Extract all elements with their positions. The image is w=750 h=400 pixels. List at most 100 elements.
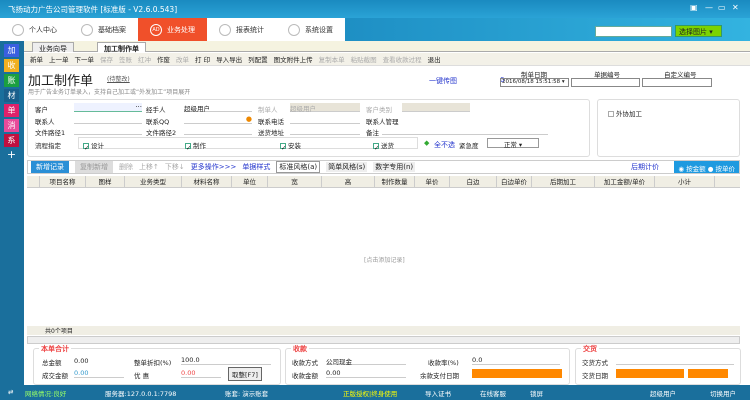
upload-image-link[interactable]: 一键传图 [429,76,457,86]
discount-input[interactable]: 100.0 [181,356,271,365]
contact-input[interactable] [74,115,142,124]
quick-item[interactable]: 账 [4,74,19,87]
flow-make-checkbox[interactable]: ✓ 制作 [185,140,206,152]
deal-input[interactable]: 0.00 [74,369,124,378]
column-header[interactable]: 图样 [86,176,125,187]
address-input[interactable] [290,126,360,135]
horizontal-scrollbar[interactable] [27,336,740,344]
column-header[interactable]: 加工金额/单价 [595,176,655,187]
urgency-select[interactable]: 正常 ▾ [487,138,539,149]
bill-no-input[interactable] [571,78,640,87]
minimize-icon[interactable]: — [705,3,713,12]
move-down-button[interactable]: 下移↓ [165,162,185,172]
remark-input[interactable] [382,126,548,135]
column-header[interactable]: 白边 [450,176,497,187]
image-search-input[interactable] [595,26,672,37]
outsource-checkbox[interactable]: 外协加工 [608,108,642,118]
customer-input[interactable]: ··· [74,103,142,112]
flow-design-checkbox[interactable]: ✓ 设计 [83,140,104,152]
nav-archive[interactable]: 基础档案 [69,18,138,41]
column-header[interactable]: 单价 [415,176,450,187]
mode-amount-radio[interactable]: ◉ 按金额 [678,165,705,173]
modify-button[interactable]: 改单 [176,54,189,64]
save-button[interactable]: 保存 [100,54,113,64]
copy-order-button[interactable]: 复制本单 [319,54,345,64]
pay-method-select[interactable]: 公司现金 [326,356,406,366]
reverse-button[interactable]: 红冲 [138,54,151,64]
quick-item[interactable]: 消 [4,119,19,132]
column-header[interactable]: 制作数量 [375,176,415,187]
style-simple[interactable]: 简单风格(s) [326,162,368,172]
import-export-button[interactable]: 导入导出 [216,54,242,64]
nav-settings[interactable]: 系统设置 [276,18,345,41]
maximize-icon[interactable]: ▭ [718,3,726,12]
date-field[interactable]: 2016/08/18 15:51:58 ▾ [500,78,569,87]
tab-work-order[interactable]: 加工制作单 [97,42,146,53]
copy-add-button[interactable]: 复制新增 [75,161,113,173]
quick-item[interactable]: 系 [4,134,19,147]
handler-input[interactable]: 超级用户 [184,103,252,113]
import-cert-button[interactable]: 导入证书 [425,388,451,398]
skin-icon[interactable]: ▣ [690,3,698,12]
column-header[interactable]: 单位 [232,176,268,187]
column-header[interactable]: 材料名称 [182,176,232,187]
quick-item[interactable]: 材 [4,89,19,102]
sign-button[interactable]: 签账 [119,54,132,64]
column-header[interactable]: 项目名称 [40,176,86,187]
column-header[interactable]: 宽 [268,176,322,187]
switch-user-button[interactable]: 切换用户 [710,388,736,398]
column-header[interactable]: 业务类型 [125,176,182,187]
bill-style-link[interactable]: 单据样式 [242,162,270,172]
column-config-button[interactable]: 列配置 [248,54,268,64]
column-header[interactable]: 小计 [655,176,715,187]
quick-item[interactable]: 加 [4,44,19,57]
select-image-button[interactable]: 选择图片 ▾ [675,25,722,37]
add-quick-item-button[interactable]: + [4,148,19,161]
pay-amount-input[interactable]: 0.00 [326,369,406,378]
add-record-hint[interactable]: [点击添加记录] [364,255,405,264]
pay-rate-input[interactable]: 0.0 [472,356,560,365]
flow-deliver-checkbox[interactable]: ✓ 送货 [373,140,394,152]
tab-wizard[interactable]: 业务向导 [32,42,74,53]
round-button[interactable]: 取整[F7] [228,367,262,381]
close-icon[interactable]: ✕ [732,3,739,12]
add-record-button[interactable]: 新增记录 [31,161,69,173]
path1-input[interactable] [74,126,142,135]
flow-install-checkbox[interactable]: ✓ 安装 [280,140,301,152]
void-button[interactable]: 作废 [157,54,170,64]
paste-screenshot-button[interactable]: 粘贴截图 [351,54,377,64]
style-standard[interactable]: 标准风格(a) [276,161,321,173]
nav-personal[interactable]: 个人中心 [0,18,69,41]
quick-item[interactable]: 单 [4,104,19,117]
prev-button[interactable]: 上一单 [49,54,69,64]
column-header[interactable]: 高 [322,176,375,187]
due-date-picker[interactable] [472,369,562,378]
exit-button[interactable]: 退出 [428,54,441,64]
contact-manage-link[interactable]: 联系人管理 [366,116,399,126]
custom-no-input[interactable] [642,78,712,87]
delete-button[interactable]: 删除 [119,162,133,172]
favor-input[interactable]: 0.00 [181,369,221,378]
delivery-time-spinner[interactable] [688,369,728,378]
select-none-link[interactable]: 全不选 [434,140,455,150]
page-note[interactable]: (待整改) [107,74,130,83]
new-button[interactable]: 新单 [30,54,43,64]
toggle-icon[interactable]: ⇄ [8,388,13,396]
next-button[interactable]: 下一单 [75,54,95,64]
nav-reports[interactable]: 报表统计 [207,18,276,41]
style-digital[interactable]: 数字专用(n) [373,162,416,172]
more-actions-link[interactable]: 更多操作>>> [191,162,237,172]
qq-input[interactable]: ● [184,115,252,124]
nav-business[interactable]: AD 业务处理 [138,18,207,41]
path2-input[interactable] [184,126,252,135]
column-header[interactable]: 后期加工 [532,176,595,187]
delivery-date-picker[interactable] [616,369,684,378]
later-price-link[interactable]: 后期计价 [631,162,659,172]
column-header[interactable]: 白边单价 [497,176,532,187]
move-up-button[interactable]: 上移↑ [139,162,159,172]
qq-icon[interactable]: ● [246,115,252,123]
view-payment-button[interactable]: 查看收款过程 [383,54,422,64]
lock-screen-button[interactable]: 锁屏 [530,388,543,398]
mode-unit-radio[interactable]: ● 按单价 [708,165,735,173]
online-support-button[interactable]: 在线客服 [480,388,506,398]
